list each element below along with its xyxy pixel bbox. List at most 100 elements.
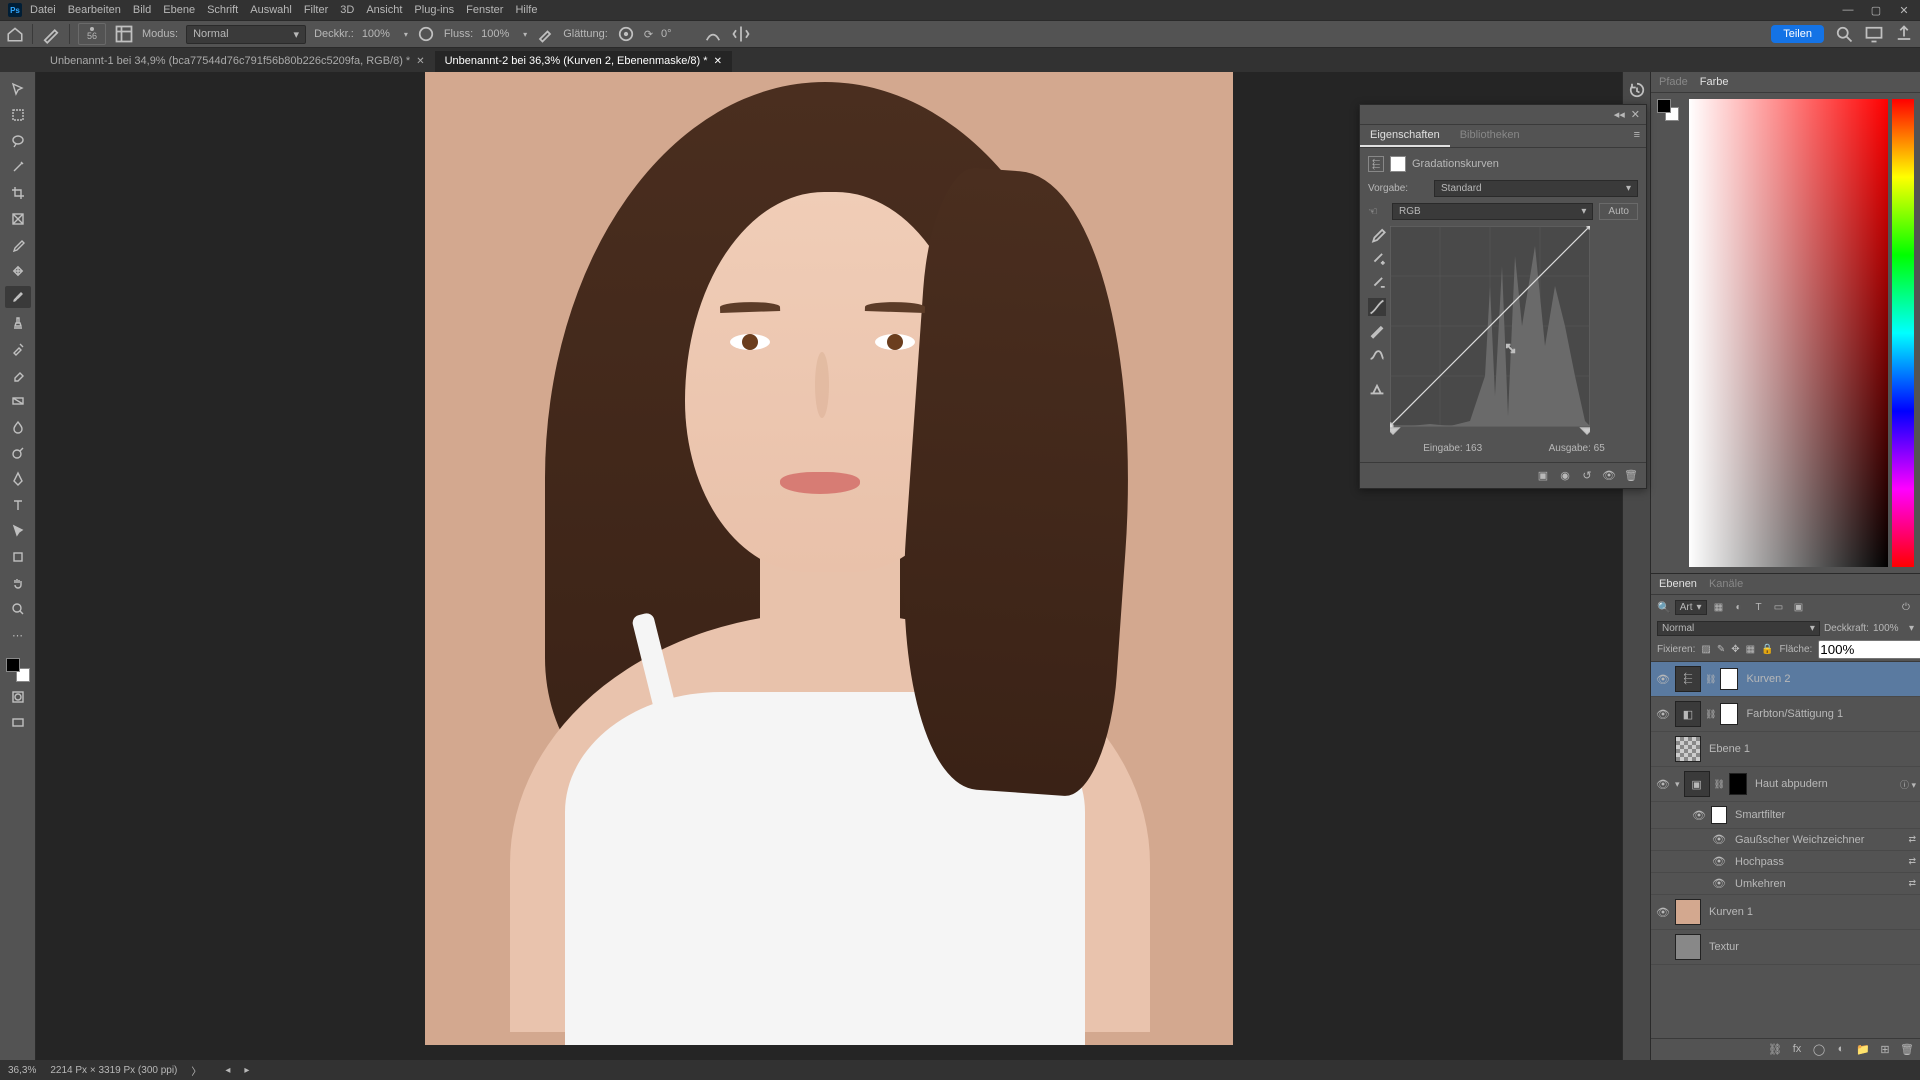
visibility-icon[interactable]: 👁 (1655, 708, 1671, 721)
saturation-field[interactable] (1689, 99, 1888, 567)
visibility-icon[interactable]: 👁 (1655, 778, 1671, 791)
marquee-tool[interactable] (5, 104, 31, 126)
opacity-input[interactable] (362, 28, 396, 40)
minimize-button[interactable]: — (1840, 4, 1856, 17)
layer-thumb[interactable]: ▣ (1684, 771, 1710, 797)
smooth-icon[interactable] (1368, 346, 1386, 364)
crop-tool[interactable] (5, 182, 31, 204)
sample-icon[interactable] (1368, 226, 1386, 244)
symmetry-icon[interactable] (731, 24, 751, 44)
menu-plugins[interactable]: Plug-ins (414, 4, 454, 16)
finger-icon[interactable]: ☜ (1368, 205, 1386, 218)
curve-pencil-icon[interactable] (1368, 322, 1386, 340)
delete-icon[interactable]: 🗑 (1624, 469, 1638, 482)
workspace-icon[interactable] (1864, 24, 1884, 44)
brush-panel-icon[interactable] (114, 24, 134, 44)
layer-thumb[interactable] (1675, 736, 1701, 762)
color-swatch-mini[interactable] (1657, 99, 1679, 121)
menu-bearbeiten[interactable]: Bearbeiten (68, 4, 121, 16)
healing-tool[interactable] (5, 260, 31, 282)
link-icon[interactable]: ⛓ (1705, 709, 1716, 720)
tab-paths[interactable]: Pfade (1659, 76, 1688, 88)
layer-row[interactable]: 👁 Smartfilter (1651, 802, 1920, 829)
filter-toggle-icon[interactable]: ⏻ (1898, 599, 1914, 615)
visibility-icon[interactable]: 👁 (1655, 673, 1671, 686)
layer-thumb[interactable]: ◧ (1675, 701, 1701, 727)
layer-thumb[interactable] (1675, 934, 1701, 960)
blur-tool[interactable] (5, 416, 31, 438)
lock-position-icon[interactable]: ✥ (1731, 644, 1739, 655)
filter-adjust-icon[interactable]: ◐ (1731, 599, 1747, 615)
screenmode-icon[interactable] (5, 712, 31, 734)
mask-add-icon[interactable]: ◯ (1812, 1043, 1826, 1056)
channel-dropdown[interactable]: RGB▾ (1392, 203, 1593, 220)
menu-ansicht[interactable]: Ansicht (366, 4, 402, 16)
dodge-tool[interactable] (5, 442, 31, 464)
layer-name[interactable]: Umkehren (1735, 878, 1786, 890)
trash-icon[interactable]: 🗑 (1900, 1043, 1914, 1056)
visibility-icon[interactable]: 👁 (1655, 906, 1671, 919)
layer-row[interactable]: 👁 ◧ ⛓ Farbton/Sättigung 1 (1651, 697, 1920, 732)
layer-name[interactable]: Gaußscher Weichzeichner (1735, 834, 1864, 846)
sample-add-icon[interactable] (1368, 250, 1386, 268)
path-select-tool[interactable] (5, 520, 31, 542)
layer-name[interactable]: Kurven 1 (1709, 906, 1753, 918)
flow-input[interactable] (481, 28, 515, 40)
menu-fenster[interactable]: Fenster (466, 4, 503, 16)
close-tab-icon[interactable]: ✕ (714, 56, 722, 67)
document-tab[interactable]: Unbenannt-1 bei 34,9% (bca77544d76c791f5… (40, 51, 435, 72)
close-panel-icon[interactable]: ✕ (1631, 108, 1640, 121)
clip-icon[interactable] (1368, 378, 1386, 396)
layer-thumb[interactable]: ⬱ (1675, 666, 1701, 692)
curve-point-icon[interactable] (1368, 298, 1386, 316)
reset-icon[interactable]: ↺ (1580, 469, 1594, 482)
pen-tool[interactable] (5, 468, 31, 490)
filter-type-icon[interactable]: T (1751, 599, 1767, 615)
fill-input[interactable] (1818, 640, 1920, 659)
zoom-level[interactable]: 36,3% (8, 1065, 36, 1076)
filter-options-icon[interactable]: ⇄ (1908, 834, 1916, 845)
filter-smart-icon[interactable]: ▣ (1791, 599, 1807, 615)
layer-thumb[interactable] (1675, 899, 1701, 925)
document-tab[interactable]: Unbenannt-2 bei 36,3% (Kurven 2, Ebenenm… (435, 51, 732, 72)
angle-input[interactable] (661, 28, 695, 40)
layer-name[interactable]: Haut abpudern (1755, 778, 1828, 790)
tool-preset-icon[interactable] (41, 24, 61, 44)
filter-mask-thumb[interactable] (1711, 806, 1727, 824)
filter-options-icon[interactable]: ⇄ (1908, 856, 1916, 867)
layer-row[interactable]: 👁 ▾ ▣ ⛓ Haut abpudern ⓘ ▾ (1651, 767, 1920, 802)
output-value[interactable]: 65 (1594, 443, 1605, 454)
filter-shape-icon[interactable]: ▭ (1771, 599, 1787, 615)
frame-tool[interactable] (5, 208, 31, 230)
visibility-icon[interactable]: 👁 (1711, 855, 1727, 868)
flow-chevron-icon[interactable]: ▾ (523, 30, 527, 39)
hue-slider[interactable] (1892, 99, 1914, 567)
layer-row[interactable]: 👁 Hochpass ⇄ (1651, 851, 1920, 873)
layer-name[interactable]: Hochpass (1735, 856, 1784, 868)
layer-name[interactable]: Smartfilter (1735, 809, 1785, 821)
filter-kind-dropdown[interactable]: Art▾ (1675, 600, 1707, 615)
menu-auswahl[interactable]: Auswahl (250, 4, 292, 16)
mask-thumb[interactable] (1729, 773, 1747, 795)
document-canvas[interactable] (425, 72, 1233, 1045)
new-layer-icon[interactable]: ⊞ (1878, 1043, 1892, 1056)
visibility-icon[interactable]: 👁 (1711, 833, 1727, 846)
zoom-tool[interactable] (5, 598, 31, 620)
layer-row[interactable]: 👁 Umkehren ⇄ (1651, 873, 1920, 895)
tab-channels[interactable]: Kanäle (1709, 578, 1743, 590)
curves-graph[interactable]: ⤡ (1390, 226, 1590, 436)
fx-icon[interactable]: ⓘ ▾ (1900, 778, 1916, 791)
smoothing-options-icon[interactable] (616, 24, 636, 44)
home-icon[interactable] (6, 25, 24, 43)
layer-name[interactable]: Kurven 2 (1746, 673, 1790, 685)
link-icon[interactable]: ⛓ (1714, 779, 1725, 790)
fx-icon[interactable]: fx (1790, 1043, 1804, 1056)
gradient-tool[interactable] (5, 390, 31, 412)
sample-sub-icon[interactable] (1368, 274, 1386, 292)
menu-3d[interactable]: 3D (340, 4, 354, 16)
edit-toolbar-icon[interactable]: ⋯ (5, 624, 31, 646)
layer-row[interactable]: 👁 Kurven 1 (1651, 895, 1920, 930)
opacity-chevron-icon[interactable]: ▾ (404, 30, 408, 39)
adjustment-add-icon[interactable]: ◐ (1834, 1043, 1848, 1056)
panel-menu-icon[interactable]: ≡ (1628, 125, 1646, 147)
